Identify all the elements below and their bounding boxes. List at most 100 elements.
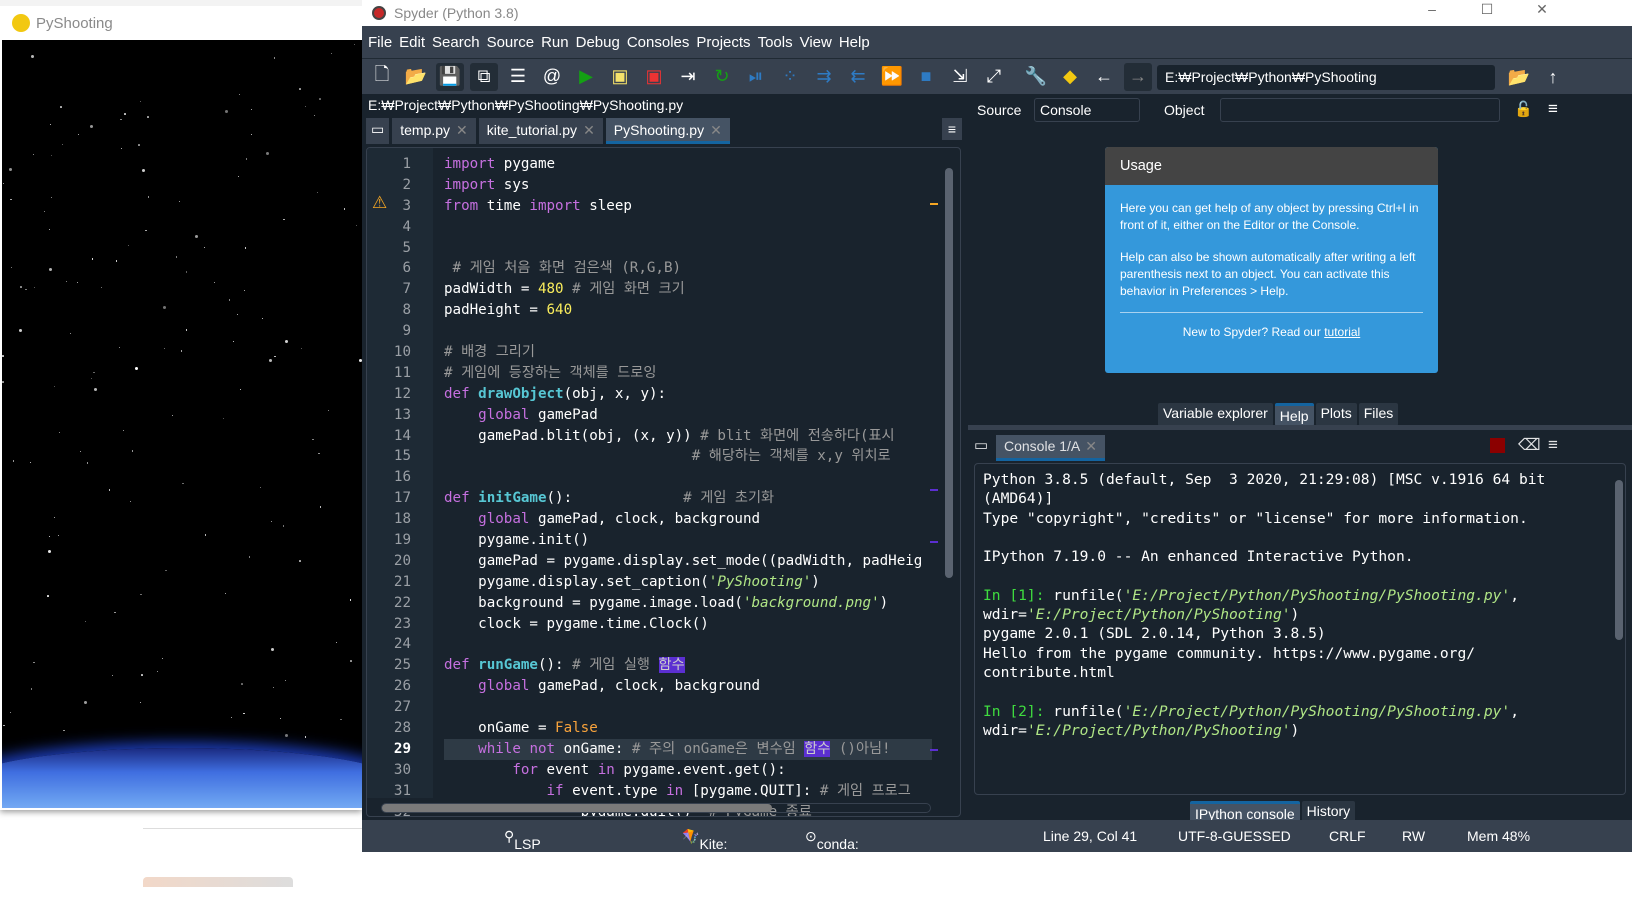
debug-icon[interactable]: ⏯: [742, 63, 770, 91]
code-line[interactable]: 16: [367, 467, 932, 488]
step-return-icon[interactable]: ⇇: [844, 63, 872, 91]
titlebar[interactable]: Spyder (Python 3.8) – ☐ ✕: [362, 0, 1632, 26]
code-line[interactable]: 3 from time import sleep: [367, 196, 932, 217]
continue-icon[interactable]: ⏩: [878, 63, 906, 91]
code-line[interactable]: 14 gamePad.blit(obj, (x, y)) # blit 화면에 …: [367, 426, 932, 447]
code-line[interactable]: 28 onGame = False: [367, 718, 932, 739]
code-line[interactable]: 4: [367, 217, 932, 238]
run-selection-icon[interactable]: ⇥: [674, 63, 702, 91]
menu-run[interactable]: Run: [541, 34, 569, 51]
code-line[interactable]: 24: [367, 634, 932, 655]
pygame-titlebar[interactable]: PyShooting: [0, 0, 362, 40]
code-line[interactable]: 21 pygame.display.set_caption('PyShootin…: [367, 572, 932, 593]
code-line[interactable]: 10 # 배경 그리기: [367, 342, 932, 363]
parent-dir-arrow-icon[interactable]: ↑: [1539, 63, 1567, 91]
browse-tabs-icon[interactable]: ▭: [366, 118, 390, 144]
close-tab-icon[interactable]: ✕: [583, 122, 595, 138]
code-line[interactable]: 18 global gamePad, clock, background: [367, 509, 932, 530]
code-line[interactable]: 29 while not onGame: # 주의 onGame은 변수임 함수…: [367, 738, 932, 760]
preferences-wrench-icon[interactable]: 🔧: [1022, 63, 1050, 91]
code-line[interactable]: 30 for event in pygame.event.get():: [367, 760, 932, 781]
maximize-button[interactable]: ☐: [1467, 0, 1507, 18]
menu-tools[interactable]: Tools: [758, 34, 793, 51]
run-cell-icon[interactable]: ▣: [606, 63, 634, 91]
close-tab-icon[interactable]: ✕: [456, 122, 468, 138]
maximize-pane-icon[interactable]: ⇲: [946, 63, 974, 91]
code-line[interactable]: 13 global gamePad: [367, 405, 932, 426]
python-path-icon[interactable]: ◆: [1056, 63, 1084, 91]
save-all-icon[interactable]: ⧉: [470, 62, 498, 91]
horizontal-scrollbar[interactable]: [381, 803, 931, 813]
code-line[interactable]: 7 padWidth = 480 # 게임 화면 크기: [367, 279, 932, 300]
tab-kite-tutorial[interactable]: kite_tutorial.py ✕: [478, 118, 603, 144]
console-scrollbar[interactable]: [1615, 480, 1623, 640]
code-line[interactable]: 20 gamePad = pygame.display.set_mode((pa…: [367, 551, 932, 572]
code-line[interactable]: 25 def runGame(): # 게임 실행 함수: [367, 655, 932, 676]
run-cell-advance-icon[interactable]: ▣: [640, 63, 668, 91]
tutorial-link[interactable]: tutorial: [1324, 325, 1360, 339]
close-tab-icon[interactable]: ✕: [1085, 438, 1097, 454]
at-sign-icon[interactable]: @: [538, 63, 566, 91]
code-line[interactable]: 22 background = pygame.image.load('backg…: [367, 593, 932, 614]
open-folder-icon[interactable]: 📂: [402, 63, 430, 91]
menu-debug[interactable]: Debug: [576, 34, 620, 51]
pane-splitter[interactable]: [968, 425, 1632, 430]
game-canvas-starfield[interactable]: [2, 40, 362, 808]
menu-consoles[interactable]: Consoles: [627, 34, 690, 51]
minimize-button[interactable]: –: [1412, 0, 1452, 18]
code-line[interactable]: 27: [367, 697, 932, 718]
tab-variable-explorer[interactable]: Variable explorer: [1158, 403, 1273, 426]
console-options-menu-icon[interactable]: ≡: [1548, 435, 1558, 455]
editor-options-menu-icon[interactable]: ≡: [941, 118, 962, 140]
code-line[interactable]: 6 # 게임 처음 화면 검은색 (R,G,B): [367, 258, 932, 279]
source-select[interactable]: Console: [1034, 98, 1140, 122]
tab-temp[interactable]: temp.py ✕: [392, 118, 476, 144]
code-line[interactable]: 5: [367, 238, 932, 259]
forward-arrow-icon[interactable]: →: [1124, 62, 1152, 91]
code-editor[interactable]: ⚠ 1 import pygame 2 import sys 3 from time im…: [366, 147, 961, 817]
ipython-console[interactable]: Python 3.8.5 (default, Sep 3 2020, 21:29…: [974, 463, 1626, 795]
close-tab-icon[interactable]: ✕: [710, 122, 722, 138]
tab-console-1a[interactable]: Console 1/A ✕: [996, 435, 1106, 461]
stop-debug-icon[interactable]: ■: [912, 63, 940, 91]
lock-icon[interactable]: 🔓: [1514, 100, 1533, 118]
menu-file[interactable]: File: [368, 34, 392, 51]
run-icon[interactable]: ▶: [572, 63, 600, 91]
menu-edit[interactable]: Edit: [399, 34, 425, 51]
menu-projects[interactable]: Projects: [696, 34, 750, 51]
tab-files[interactable]: Files: [1358, 403, 1399, 426]
save-icon[interactable]: 💾: [436, 62, 464, 91]
vertical-scrollbar[interactable]: [945, 168, 953, 578]
code-line[interactable]: 23 clock = pygame.time.Clock(): [367, 614, 932, 635]
kite-status[interactable]: 🪁 Kite: ready: [682, 828, 734, 868]
stop-kernel-icon[interactable]: [1490, 438, 1505, 453]
outline-list-icon[interactable]: ☰: [504, 63, 532, 91]
help-options-menu-icon[interactable]: ≡: [1548, 99, 1558, 119]
code-line[interactable]: 26 global gamePad, clock, background: [367, 676, 932, 697]
code-line[interactable]: 2 import sys: [367, 175, 932, 196]
back-arrow-icon[interactable]: ←: [1090, 63, 1118, 91]
working-directory-combo[interactable]: E:₩Project₩Python₩PyShooting: [1157, 65, 1495, 90]
code-line[interactable]: 1 import pygame: [367, 154, 932, 175]
new-file-icon[interactable]: 🗋: [368, 63, 396, 91]
code-line[interactable]: 19 pygame.init(): [367, 530, 932, 551]
close-button[interactable]: ✕: [1522, 0, 1562, 18]
fullscreen-icon[interactable]: ⤢: [980, 63, 1008, 91]
tab-pyshooting[interactable]: PyShooting.py ✕: [605, 118, 730, 144]
code-line[interactable]: 31 if event.type in [pygame.QUIT]: # 게임 …: [367, 781, 932, 802]
menu-view[interactable]: View: [800, 34, 832, 51]
object-input[interactable]: [1220, 98, 1500, 122]
eraser-clear-icon[interactable]: ⌫: [1518, 435, 1541, 455]
browse-tabs-icon[interactable]: ▭: [974, 436, 988, 454]
menu-source[interactable]: Source: [487, 34, 535, 51]
code-line[interactable]: 15 # 해당하는 객체를 x,y 위치로: [367, 446, 932, 467]
tab-plots[interactable]: Plots: [1315, 403, 1357, 426]
code-line[interactable]: 11 # 게임에 등장하는 객체를 드로잉: [367, 363, 932, 384]
code-line[interactable]: 9: [367, 321, 932, 342]
debug-step-icon[interactable]: ⁘: [776, 63, 804, 91]
menu-search[interactable]: Search: [432, 34, 480, 51]
rerun-icon[interactable]: ↻: [708, 63, 736, 91]
browse-folder-icon[interactable]: 📂: [1505, 63, 1533, 91]
code-line[interactable]: 12 def drawObject(obj, x, y):: [367, 384, 932, 405]
code-line[interactable]: 17 def initGame(): # 게임 초기화: [367, 488, 932, 509]
